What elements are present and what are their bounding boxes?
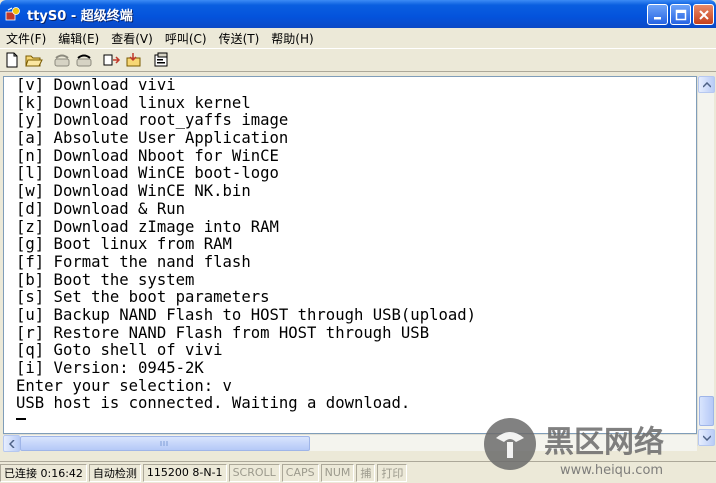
terminal-line: [z] Download zImage into RAM [16, 217, 279, 236]
vertical-scrollbar[interactable] [697, 76, 715, 446]
scroll-down-button[interactable] [698, 429, 715, 446]
terminal-line: [n] Download Nboot for WinCE [16, 146, 279, 165]
status-detect: 自动检测 [88, 463, 141, 482]
terminal-line: [l] Download WinCE boot-logo [16, 164, 279, 183]
terminal-line: [g] Boot linux from RAM [16, 235, 232, 254]
status-connected: 已连接 0:16:42 [0, 463, 87, 482]
menu-view[interactable]: 查看(V) [105, 30, 159, 47]
menu-transfer[interactable]: 传送(T) [213, 30, 266, 47]
properties-icon [154, 52, 168, 67]
maximize-icon [675, 9, 686, 20]
scroll-up-button[interactable] [698, 76, 715, 93]
vertical-scroll-thumb[interactable] [699, 396, 714, 426]
hyperterminal-window: ttyS0 - 超级终端 文件(F) 编辑(E) 查看(V) 呼叫(C) 传送(… [0, 0, 716, 483]
terminal-line: [y] Download root_yaffs image [16, 111, 289, 130]
status-bar: 已连接 0:16:42 自动检测 115200 8-N-1 SCROLL CAP… [0, 461, 716, 483]
terminal-line: [d] Download & Run [16, 199, 185, 218]
hyperterminal-app-icon[interactable] [5, 6, 21, 22]
menu-call[interactable]: 呼叫(C) [159, 30, 213, 47]
terminal-output: [v] Download vivi [k] Download linux kern… [16, 77, 476, 413]
terminal-line: [q] Goto shell of vivi [16, 341, 223, 360]
new-document-icon [6, 52, 18, 68]
menu-help[interactable]: 帮助(H) [265, 30, 319, 47]
open-button[interactable] [24, 50, 44, 70]
menu-edit[interactable]: 编辑(E) [52, 30, 105, 47]
arrow-up-icon [702, 81, 711, 88]
disconnect-phone-icon [76, 54, 92, 67]
terminal-line: USB host is connected. Waiting a downloa… [16, 394, 411, 413]
send-file-icon [103, 54, 121, 66]
receive-button[interactable] [124, 50, 144, 70]
maximize-button[interactable] [670, 4, 691, 25]
minimize-button[interactable] [647, 4, 668, 25]
new-connection-button[interactable] [2, 50, 22, 70]
properties-button[interactable] [152, 50, 172, 70]
menu-file[interactable]: 文件(F) [0, 30, 52, 47]
text-cursor [16, 418, 26, 420]
arrow-down-icon [702, 434, 711, 441]
terminal-line: [b] Boot the system [16, 270, 195, 289]
terminal-line: [s] Set the boot parameters [16, 288, 270, 307]
open-folder-icon [25, 55, 43, 67]
terminal-line: [w] Download WinCE NK.bin [16, 182, 251, 201]
connect-phone-icon [54, 54, 70, 67]
status-capture: 捕 [356, 463, 376, 482]
terminal-line: [u] Backup NAND Flash to HOST through US… [16, 305, 477, 324]
terminal-screen[interactable]: [v] Download vivi [k] Download linux kern… [3, 76, 697, 434]
window-title: ttyS0 - 超级终端 [27, 8, 133, 24]
disconnect-button[interactable] [74, 50, 94, 70]
status-scroll: SCROLL [228, 463, 280, 482]
grip-icon [160, 441, 168, 446]
terminal-line: [v] Download vivi [16, 76, 176, 94]
scroll-left-button[interactable] [3, 435, 20, 452]
status-print: 打印 [377, 463, 408, 482]
terminal-line: [f] Format the nand flash [16, 252, 251, 271]
send-button[interactable] [102, 50, 122, 70]
toolbar [0, 48, 716, 72]
call-button[interactable] [52, 50, 72, 70]
title-bar[interactable]: ttyS0 - 超级终端 [0, 0, 716, 28]
horizontal-scroll-thumb[interactable] [20, 436, 310, 451]
menu-bar: 文件(F) 编辑(E) 查看(V) 呼叫(C) 传送(T) 帮助(H) [0, 28, 716, 48]
terminal-line: [a] Absolute User Application [16, 129, 289, 148]
terminal-line: [r] Restore NAND Flash from HOST through… [16, 323, 430, 342]
terminal-line: Enter your selection: v [16, 376, 232, 395]
close-icon [698, 9, 709, 20]
close-button[interactable] [693, 4, 714, 25]
horizontal-scrollbar[interactable] [3, 434, 697, 452]
arrow-left-icon [8, 439, 15, 448]
status-baud: 115200 8-N-1 [142, 463, 227, 482]
status-num: NUM [320, 463, 355, 482]
minimize-icon [653, 16, 661, 19]
receive-file-icon [126, 53, 141, 67]
terminal-line: [i] Version: 0945-2K [16, 359, 204, 377]
status-caps: CAPS [281, 463, 319, 482]
terminal-line: [k] Download linux kernel [16, 93, 251, 112]
